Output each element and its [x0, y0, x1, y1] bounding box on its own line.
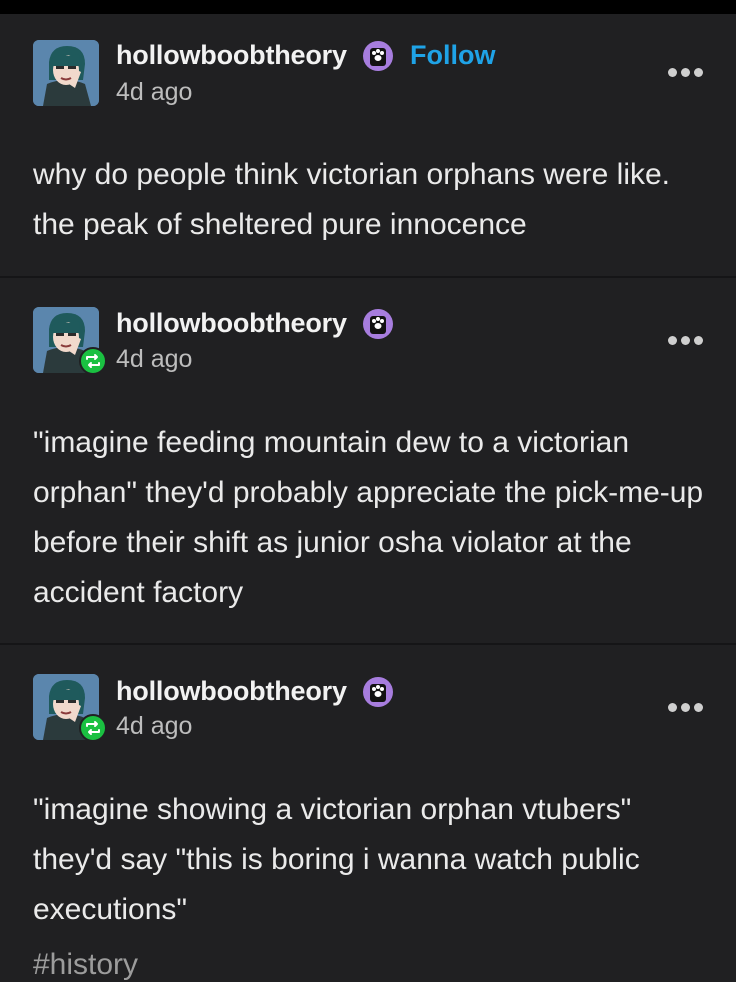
follow-button[interactable]: Follow [410, 40, 495, 71]
paw-badge-icon [363, 677, 393, 707]
post-body: "imagine showing a victorian orphan vtub… [33, 793, 640, 926]
post-body: "imagine feeding mountain dew to a victo… [33, 426, 704, 609]
post-username[interactable]: hollowboobtheory [116, 308, 347, 339]
more-options-icon[interactable] [668, 336, 704, 348]
post-divider [0, 643, 736, 645]
post-tag[interactable]: #history [33, 948, 138, 982]
reblog-icon [79, 347, 107, 375]
post-timestamp: 4d ago [116, 78, 193, 106]
avatar[interactable] [33, 40, 99, 106]
paw-badge-icon [363, 41, 393, 71]
reblog-icon [79, 714, 107, 742]
post-divider [0, 276, 736, 278]
more-options-icon[interactable] [668, 68, 704, 80]
status-bar-strip [0, 0, 736, 14]
post-timestamp: 4d ago [116, 712, 193, 740]
paw-badge-icon [363, 309, 393, 339]
post-timestamp: 4d ago [116, 345, 193, 373]
post-username[interactable]: hollowboobtheory [116, 676, 347, 707]
more-options-icon[interactable] [668, 703, 704, 715]
post-username[interactable]: hollowboobtheory [116, 40, 347, 71]
post-body: why do people think victorian orphans we… [33, 158, 671, 241]
